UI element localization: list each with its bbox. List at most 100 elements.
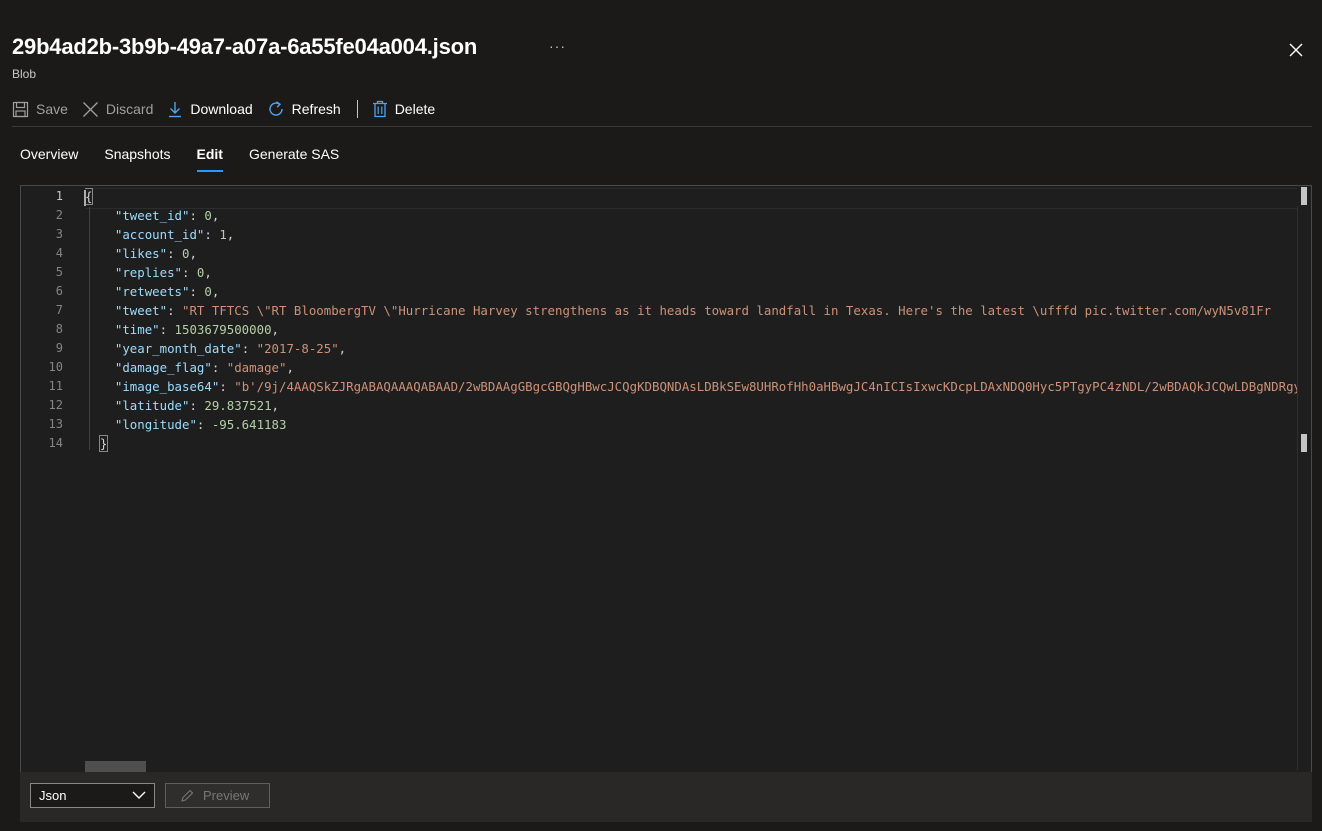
json-value: "damage" bbox=[226, 360, 287, 375]
json-key: replies bbox=[122, 265, 175, 280]
json-key-quote: " bbox=[152, 322, 160, 337]
code-line: "retweets": 0, bbox=[114, 284, 220, 299]
json-comma: , bbox=[189, 246, 197, 261]
json-key: likes bbox=[122, 246, 160, 261]
json-value: 1 bbox=[219, 227, 227, 242]
discard-button[interactable]: Discard bbox=[82, 96, 153, 122]
json-comma: , bbox=[204, 265, 212, 280]
json-value: 29.837521 bbox=[204, 398, 272, 413]
json-key: time bbox=[122, 322, 153, 337]
save-button[interactable]: Save bbox=[12, 96, 68, 122]
preview-button[interactable]: Preview bbox=[165, 783, 270, 808]
json-comma: , bbox=[271, 322, 279, 337]
refresh-button[interactable]: Refresh bbox=[267, 96, 341, 122]
json-key: latitude bbox=[122, 398, 182, 413]
json-key-quote: " bbox=[196, 227, 205, 242]
code-editor[interactable]: 1 2 3 4 5 6 7 8 9 10 11 12 13 14 { "tweet_id": 0, "ac… bbox=[20, 185, 1312, 773]
line-number: 4 bbox=[55, 246, 63, 260]
line-number: 7 bbox=[55, 303, 63, 317]
json-key-quote: " bbox=[204, 360, 212, 375]
json-key-quote: " bbox=[211, 379, 220, 394]
preview-label: Preview bbox=[203, 788, 250, 803]
json-key: year_month_date bbox=[122, 341, 235, 356]
trash-icon bbox=[372, 100, 387, 118]
line-number: 8 bbox=[55, 322, 63, 336]
line-number: 12 bbox=[48, 398, 63, 412]
code-line: } bbox=[85, 434, 1297, 453]
pencil-icon bbox=[181, 789, 194, 802]
json-key-quote: " bbox=[159, 246, 168, 261]
close-icon bbox=[82, 101, 98, 117]
code-line: "longitude": -95.641183 bbox=[114, 417, 287, 432]
close-icon bbox=[1289, 43, 1303, 57]
line-number: 14 bbox=[48, 436, 63, 450]
close-brace: } bbox=[98, 435, 109, 452]
delete-label: Delete bbox=[394, 101, 436, 117]
line-number: 11 bbox=[48, 379, 63, 393]
line-number: 13 bbox=[48, 417, 63, 431]
code-line: "tweet_id": 0, bbox=[114, 208, 220, 223]
delete-button[interactable]: Delete bbox=[372, 96, 435, 122]
download-icon bbox=[169, 101, 182, 117]
json-key-quote: " bbox=[182, 208, 190, 223]
json-key-quote: " bbox=[159, 303, 168, 318]
tab-snapshots[interactable]: Snapshots bbox=[104, 146, 170, 172]
code-content[interactable]: { "tweet_id": 0, "account_id": 1, "likes… bbox=[85, 187, 1297, 453]
json-key-quote: " bbox=[234, 341, 242, 356]
refresh-label: Refresh bbox=[291, 101, 341, 117]
json-key-quote: " bbox=[174, 265, 182, 280]
json-comma: , bbox=[211, 208, 220, 223]
json-key: image_base64 bbox=[122, 379, 212, 394]
code-line: "time": 1503679500000, bbox=[114, 322, 279, 337]
json-value: "b'/9j/4AAQSkZJRgABAQAAAQABAAD/2wBDAAgGB… bbox=[234, 379, 1297, 394]
open-brace: { bbox=[85, 188, 94, 205]
line-number: 2 bbox=[55, 208, 63, 222]
json-comma: , bbox=[338, 341, 347, 356]
line-number: 3 bbox=[55, 227, 63, 241]
horizontal-scrollbar-thumb[interactable] bbox=[85, 761, 146, 772]
json-key: longitude bbox=[122, 417, 190, 432]
line-number: 6 bbox=[55, 284, 63, 298]
json-comma: , bbox=[286, 360, 294, 375]
tab-overview[interactable]: Overview bbox=[20, 146, 78, 172]
json-key-quote: " bbox=[182, 398, 190, 413]
code-line: "year_month_date": "2017-8-25", bbox=[114, 341, 347, 356]
scrollbar-marker bbox=[1301, 187, 1307, 205]
more-options-button[interactable]: ··· bbox=[549, 38, 566, 54]
save-label: Save bbox=[36, 101, 68, 117]
line-number-gutter: 1 2 3 4 5 6 7 8 9 10 11 12 13 14 bbox=[21, 187, 63, 453]
json-value: 0 bbox=[204, 208, 212, 223]
page-subtitle: Blob bbox=[12, 67, 37, 81]
json-comma: , bbox=[211, 284, 220, 299]
code-line: "latitude": 29.837521, bbox=[114, 398, 279, 413]
toolbar-divider bbox=[356, 100, 358, 118]
code-line: "damage_flag": "damage", bbox=[114, 360, 294, 375]
refresh-icon bbox=[269, 101, 283, 116]
tab-generate-sas[interactable]: Generate SAS bbox=[249, 146, 339, 172]
line-number: 1 bbox=[55, 189, 63, 203]
discard-label: Discard bbox=[105, 101, 154, 117]
tab-edit[interactable]: Edit bbox=[196, 146, 224, 172]
save-icon bbox=[12, 101, 29, 117]
editor-footer: Json Preview bbox=[20, 772, 1312, 822]
json-comma: , bbox=[271, 398, 279, 413]
json-value: -95.641183 bbox=[211, 417, 287, 432]
scrollbar-marker bbox=[1301, 434, 1307, 452]
toolbar-divider-line bbox=[12, 126, 1312, 127]
download-button[interactable]: Download bbox=[167, 96, 253, 122]
line-number: 10 bbox=[48, 360, 63, 374]
language-select[interactable]: Json bbox=[30, 783, 155, 808]
json-value: 1503679500000 bbox=[174, 322, 272, 337]
page-title: 29b4ad2b-3b9b-49a7-a07a-6a55fe04a004.jso… bbox=[12, 34, 478, 59]
code-line: "replies": 0, bbox=[114, 265, 212, 280]
command-bar: Save Discard Download Refresh Delete bbox=[12, 96, 449, 122]
json-value: "2017-8-25" bbox=[256, 341, 339, 356]
text-cursor bbox=[84, 190, 86, 206]
close-button[interactable] bbox=[1286, 40, 1306, 60]
json-comma: , bbox=[226, 227, 235, 242]
vertical-scrollbar[interactable] bbox=[1297, 186, 1311, 772]
line-number: 5 bbox=[55, 265, 63, 279]
tab-bar: Overview Snapshots Edit Generate SAS bbox=[20, 146, 365, 172]
line-number: 9 bbox=[55, 341, 63, 355]
code-line: "likes": 0, bbox=[114, 246, 197, 261]
